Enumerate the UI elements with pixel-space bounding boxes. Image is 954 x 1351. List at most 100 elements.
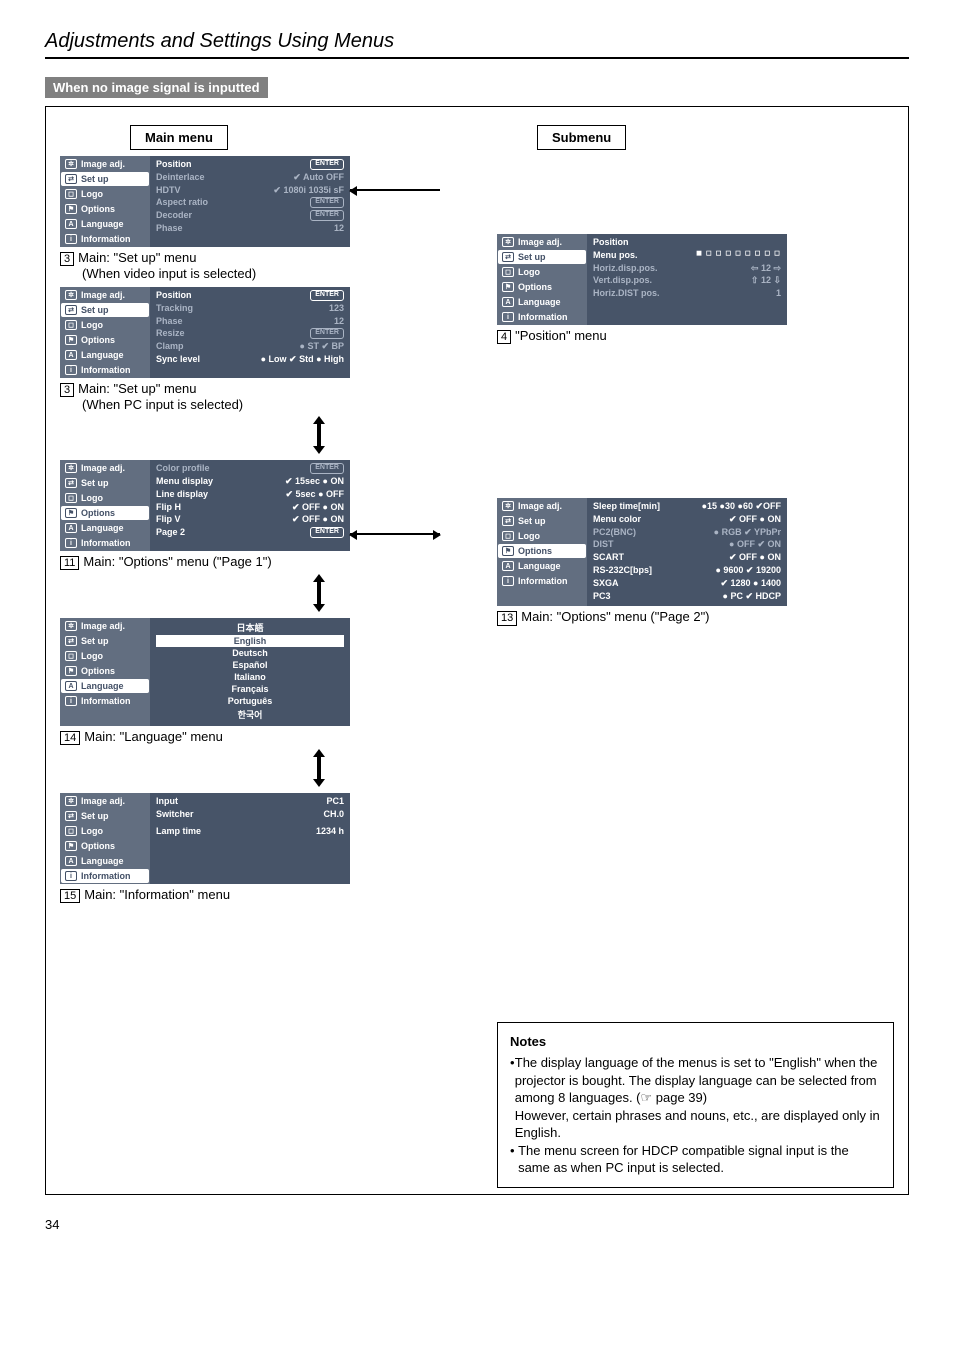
tab-information[interactable]: iInformation	[61, 869, 149, 883]
menu-options-2: ✲Image adj. ⇄Set up ◻Logo ⚑Options ALang…	[497, 498, 787, 606]
caption-setup-video: 3Main: "Set up" menu (When video input i…	[60, 250, 457, 281]
note-item: •The menu screen for HDCP compatible sig…	[510, 1142, 881, 1177]
tab-logo[interactable]: ◻Logo	[498, 265, 586, 279]
menu-row[interactable]: Menu display✔ 15sec ● ON	[156, 475, 344, 488]
menu-row[interactable]: Lamp time1234 h	[156, 825, 344, 838]
language-option[interactable]: Português	[156, 695, 344, 707]
language-option[interactable]: Italiano	[156, 671, 344, 683]
menu-row[interactable]: Tracking123	[156, 302, 344, 315]
notes-box: Notes •The display language of the menus…	[497, 1022, 894, 1188]
tab-language[interactable]: ALanguage	[61, 679, 149, 693]
menu-row[interactable]: Clamp● ST ✔ BP	[156, 340, 344, 353]
tab-logo[interactable]: ◻Logo	[61, 491, 149, 505]
menu-row[interactable]: RS-232C[bps]● 9600 ✔ 19200	[593, 564, 781, 577]
tab-image-adj[interactable]: ✲Image adj.	[498, 235, 586, 249]
tab-information[interactable]: iInformation	[61, 536, 149, 550]
language-option[interactable]: English	[156, 635, 344, 647]
menu-row[interactable]: Phase12	[156, 222, 344, 235]
tab-language[interactable]: ALanguage	[498, 559, 586, 573]
menu-row[interactable]: Deinterlace✔ Auto OFF	[156, 171, 344, 184]
tab-image-adj[interactable]: ✲Image adj.	[61, 619, 149, 633]
menu-row[interactable]: Flip H✔ OFF ● ON	[156, 501, 344, 514]
tab-image-adj[interactable]: ✲Image adj.	[61, 461, 149, 475]
tab-information[interactable]: iInformation	[498, 310, 586, 324]
menu-position-sub: ✲Image adj. ⇄Set up ◻Logo ⚑Options ALang…	[497, 234, 787, 325]
tab-options[interactable]: ⚑Options	[61, 333, 149, 347]
tab-language[interactable]: ALanguage	[61, 217, 149, 231]
language-option[interactable]: Français	[156, 683, 344, 695]
menu-row[interactable]: PositionENTER	[156, 289, 344, 302]
menu-row[interactable]: Page 2ENTER	[156, 526, 344, 539]
tab-language[interactable]: ALanguage	[61, 521, 149, 535]
tab-logo[interactable]: ◻Logo	[61, 318, 149, 332]
menu-setup-pc: ✲Image adj. ⇄Set up ◻Logo ⚑Options ALang…	[60, 287, 350, 378]
menu-row[interactable]: Sleep time[min]●15 ●30 ●60 ✔OFF	[593, 500, 781, 513]
tab-options[interactable]: ⚑Options	[498, 544, 586, 558]
menu-row[interactable]: Phase12	[156, 315, 344, 328]
tab-setup[interactable]: ⇄Set up	[498, 250, 586, 264]
menu-row[interactable]: PositionENTER	[156, 158, 344, 171]
menu-row[interactable]: Line display✔ 5sec ● OFF	[156, 488, 344, 501]
tab-information[interactable]: iInformation	[61, 232, 149, 246]
menu-row[interactable]: Vert.disp.pos.⇧ 12 ⇩	[593, 274, 781, 287]
v-arrow-icon	[180, 574, 457, 612]
menu-row[interactable]: ResizeENTER	[156, 327, 344, 340]
menu-row[interactable]: SwitcherCH.0	[156, 808, 344, 821]
menu-row[interactable]: Menu pos.◼ ◻ ◻ ◻ ◻ ◻ ◻ ◻ ◻	[593, 249, 781, 262]
notes-heading: Notes	[510, 1033, 881, 1051]
tab-image-adj[interactable]: ✲Image adj.	[61, 794, 149, 808]
caption-information: 15Main: "Information" menu	[60, 887, 457, 903]
tab-setup[interactable]: ⇄Set up	[61, 809, 149, 823]
note-item: •The display language of the menus is se…	[510, 1054, 881, 1142]
tab-image-adj[interactable]: ✲Image adj.	[61, 288, 149, 302]
v-arrow-icon	[180, 749, 457, 787]
tab-setup[interactable]: ⇄Set up	[61, 476, 149, 490]
menu-row[interactable]: DIST● OFF ✔ ON	[593, 538, 781, 551]
divider	[45, 57, 909, 59]
menu-row[interactable]: Position	[593, 236, 781, 249]
menu-row[interactable]: Menu color✔ OFF ● ON	[593, 513, 781, 526]
tab-image-adj[interactable]: ✲Image adj.	[498, 499, 586, 513]
menu-row[interactable]: Horiz.DIST pos.1	[593, 287, 781, 300]
language-option[interactable]: 日本語	[156, 620, 344, 635]
caption-options-2: 13Main: "Options" menu ("Page 2")	[497, 609, 894, 625]
tab-setup[interactable]: ⇄Set up	[61, 172, 149, 186]
menu-row[interactable]: PC2(BNC)● RGB ✔ YPbPr	[593, 526, 781, 539]
menu-row[interactable]: Aspect ratioENTER	[156, 196, 344, 209]
language-option[interactable]: Español	[156, 659, 344, 671]
tab-language[interactable]: ALanguage	[498, 295, 586, 309]
tab-options[interactable]: ⚑Options	[61, 839, 149, 853]
menu-row[interactable]: InputPC1	[156, 795, 344, 808]
menu-row[interactable]: Horiz.disp.pos.⇦ 12 ⇨	[593, 262, 781, 275]
tab-information[interactable]: iInformation	[61, 694, 149, 708]
tab-logo[interactable]: ◻Logo	[61, 824, 149, 838]
sub-heading-bar: When no image signal is inputted	[45, 77, 268, 98]
tab-setup[interactable]: ⇄Set up	[61, 303, 149, 317]
tab-information[interactable]: iInformation	[61, 363, 149, 377]
menu-language: ✲Image adj. ⇄Set up ◻Logo ⚑Options ALang…	[60, 618, 350, 726]
tab-logo[interactable]: ◻Logo	[498, 529, 586, 543]
tab-image-adj[interactable]: ✲Image adj.	[61, 157, 149, 171]
menu-row[interactable]: SXGA✔ 1280 ● 1400	[593, 577, 781, 590]
menu-row[interactable]: Color profileENTER	[156, 462, 344, 475]
left-column: Main menu ✲Image adj. ⇄Set up ◻Logo ⚑Opt…	[60, 125, 457, 1188]
tab-logo[interactable]: ◻Logo	[61, 187, 149, 201]
tab-options[interactable]: ⚑Options	[498, 280, 586, 294]
tab-language[interactable]: ALanguage	[61, 348, 149, 362]
menu-row[interactable]: HDTV✔ 1080i 1035i sF	[156, 184, 344, 197]
tab-setup[interactable]: ⇄Set up	[498, 514, 586, 528]
menu-row[interactable]: SCART✔ OFF ● ON	[593, 551, 781, 564]
tab-logo[interactable]: ◻Logo	[61, 649, 149, 663]
menu-row[interactable]: Flip V✔ OFF ● ON	[156, 513, 344, 526]
menu-row[interactable]: PC3● PC ✔ HDCP	[593, 590, 781, 603]
language-option[interactable]: 한국어	[156, 707, 344, 722]
tab-language[interactable]: ALanguage	[61, 854, 149, 868]
tab-options[interactable]: ⚑Options	[61, 664, 149, 678]
tab-options[interactable]: ⚑Options	[61, 506, 149, 520]
menu-row[interactable]: Sync level● Low ✔ Std ● High	[156, 353, 344, 366]
language-option[interactable]: Deutsch	[156, 647, 344, 659]
tab-information[interactable]: iInformation	[498, 574, 586, 588]
tab-options[interactable]: ⚑Options	[61, 202, 149, 216]
tab-setup[interactable]: ⇄Set up	[61, 634, 149, 648]
menu-row[interactable]: DecoderENTER	[156, 209, 344, 222]
